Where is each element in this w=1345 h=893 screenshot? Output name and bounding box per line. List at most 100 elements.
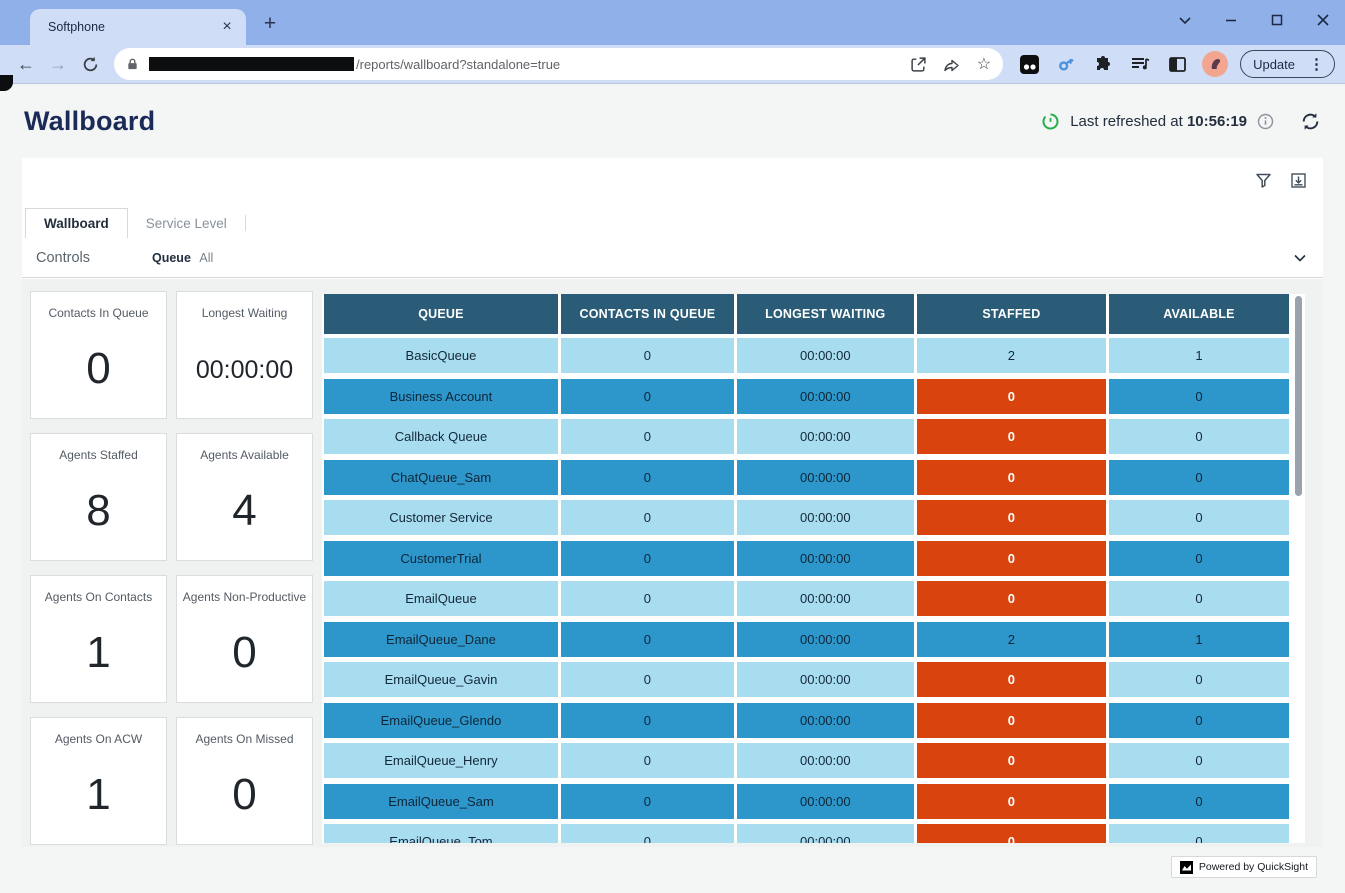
cell-longest-waiting[interactable]: 00:00:00	[737, 824, 914, 843]
cell-queue[interactable]: EmailQueue_Glendo	[324, 703, 558, 738]
cell-queue[interactable]: Customer Service	[324, 500, 558, 535]
info-icon[interactable]	[1257, 113, 1274, 130]
cell-longest-waiting[interactable]: 00:00:00	[737, 500, 914, 535]
cell-staffed[interactable]: 0	[917, 662, 1106, 697]
kpi-card[interactable]: Agents Staffed8	[30, 433, 167, 561]
quicksight-badge[interactable]: Powered by QuickSight	[1171, 856, 1317, 878]
minimize-icon[interactable]	[1223, 12, 1239, 28]
cell-available[interactable]: 0	[1109, 784, 1289, 819]
cell-contacts-in-queue[interactable]: 0	[561, 419, 734, 454]
reload-icon[interactable]	[74, 49, 106, 79]
cell-contacts-in-queue[interactable]: 0	[561, 581, 734, 616]
cell-longest-waiting[interactable]: 00:00:00	[737, 622, 914, 657]
browser-tab[interactable]: Softphone ×	[30, 9, 246, 45]
window-close-icon[interactable]	[1315, 12, 1331, 28]
kpi-card[interactable]: Agents On Missed0	[176, 717, 313, 845]
kpi-card[interactable]: Agents On ACW1	[30, 717, 167, 845]
refresh-icon[interactable]	[1300, 111, 1321, 132]
extension-app-icon[interactable]	[1017, 52, 1041, 76]
cell-contacts-in-queue[interactable]: 0	[561, 703, 734, 738]
tab-close-icon[interactable]: ×	[218, 18, 236, 36]
avatar[interactable]	[1202, 51, 1228, 77]
kpi-card[interactable]: Agents On Contacts1	[30, 575, 167, 703]
cell-longest-waiting[interactable]: 00:00:00	[737, 338, 914, 373]
cell-longest-waiting[interactable]: 00:00:00	[737, 784, 914, 819]
sheet-tab-service-level[interactable]: Service Level	[128, 208, 245, 238]
cell-available[interactable]: 0	[1109, 581, 1289, 616]
cell-staffed[interactable]: 0	[917, 743, 1106, 778]
cell-contacts-in-queue[interactable]: 0	[561, 784, 734, 819]
kpi-card[interactable]: Agents Non-Productive0	[176, 575, 313, 703]
filter-funnel-icon[interactable]	[1255, 172, 1272, 194]
column-header[interactable]: CONTACTS IN QUEUE	[561, 294, 734, 334]
cell-staffed[interactable]: 2	[917, 622, 1106, 657]
cell-longest-waiting[interactable]: 00:00:00	[737, 419, 914, 454]
column-header[interactable]: STAFFED	[917, 294, 1106, 334]
controls-row[interactable]: Controls Queue All	[22, 238, 1323, 278]
cell-queue[interactable]: ChatQueue_Sam	[324, 460, 558, 495]
side-panel-icon[interactable]	[1165, 52, 1189, 76]
kebab-menu-icon[interactable]: ⋮	[1303, 55, 1330, 73]
cell-queue[interactable]: EmailQueue	[324, 581, 558, 616]
cell-available[interactable]: 0	[1109, 500, 1289, 535]
cell-staffed[interactable]: 2	[917, 338, 1106, 373]
cell-contacts-in-queue[interactable]: 0	[561, 338, 734, 373]
cell-longest-waiting[interactable]: 00:00:00	[737, 703, 914, 738]
cell-available[interactable]: 0	[1109, 824, 1289, 843]
cell-staffed[interactable]: 0	[917, 419, 1106, 454]
kpi-card[interactable]: Longest Waiting00:00:00	[176, 291, 313, 419]
cell-longest-waiting[interactable]: 00:00:00	[737, 581, 914, 616]
cell-available[interactable]: 0	[1109, 541, 1289, 576]
maximize-icon[interactable]	[1269, 12, 1285, 28]
update-button[interactable]: Update ⋮	[1240, 50, 1335, 78]
table-scrollbar[interactable]	[1295, 296, 1302, 496]
cell-longest-waiting[interactable]: 00:00:00	[737, 662, 914, 697]
cell-available[interactable]: 0	[1109, 662, 1289, 697]
cell-queue[interactable]: EmailQueue_Dane	[324, 622, 558, 657]
cell-staffed[interactable]: 0	[917, 581, 1106, 616]
cell-staffed[interactable]: 0	[917, 379, 1106, 414]
puzzle-icon[interactable]	[1091, 52, 1115, 76]
cell-staffed[interactable]: 0	[917, 784, 1106, 819]
back-icon[interactable]: ←	[10, 49, 42, 79]
media-queue-icon[interactable]	[1128, 52, 1152, 76]
cell-contacts-in-queue[interactable]: 0	[561, 662, 734, 697]
tab-search-chevron-icon[interactable]	[1177, 12, 1193, 28]
share-icon[interactable]	[943, 56, 961, 73]
cell-staffed[interactable]: 0	[917, 824, 1106, 843]
cell-staffed[interactable]: 0	[917, 460, 1106, 495]
cell-longest-waiting[interactable]: 00:00:00	[737, 379, 914, 414]
cell-contacts-in-queue[interactable]: 0	[561, 824, 734, 843]
key-icon[interactable]	[1054, 52, 1078, 76]
sheet-tab-wallboard[interactable]: Wallboard	[25, 208, 128, 238]
cell-staffed[interactable]: 0	[917, 541, 1106, 576]
cell-queue[interactable]: EmailQueue_Gavin	[324, 662, 558, 697]
bookmark-star-icon[interactable]: ☆	[977, 54, 991, 74]
cell-available[interactable]: 0	[1109, 419, 1289, 454]
kpi-card[interactable]: Contacts In Queue0	[30, 291, 167, 419]
cell-queue[interactable]: EmailQueue_Tom	[324, 824, 558, 843]
lock-icon[interactable]	[126, 57, 139, 71]
address-bar[interactable]: /reports/wallboard?standalone=true ☆	[114, 48, 1003, 80]
cell-available[interactable]: 0	[1109, 743, 1289, 778]
open-in-new-icon[interactable]	[910, 56, 927, 73]
cell-queue[interactable]: EmailQueue_Henry	[324, 743, 558, 778]
cell-available[interactable]: 1	[1109, 338, 1289, 373]
cell-contacts-in-queue[interactable]: 0	[561, 622, 734, 657]
forward-icon[interactable]: →	[42, 49, 74, 79]
cell-queue[interactable]: EmailQueue_Sam	[324, 784, 558, 819]
cell-queue[interactable]: CustomerTrial	[324, 541, 558, 576]
cell-available[interactable]: 0	[1109, 460, 1289, 495]
cell-queue[interactable]: BasicQueue	[324, 338, 558, 373]
cell-contacts-in-queue[interactable]: 0	[561, 743, 734, 778]
cell-contacts-in-queue[interactable]: 0	[561, 460, 734, 495]
cell-available[interactable]: 0	[1109, 379, 1289, 414]
cell-contacts-in-queue[interactable]: 0	[561, 541, 734, 576]
cell-available[interactable]: 0	[1109, 703, 1289, 738]
cell-available[interactable]: 1	[1109, 622, 1289, 657]
export-download-icon[interactable]	[1290, 172, 1307, 194]
cell-queue[interactable]: Business Account	[324, 379, 558, 414]
collapse-chevron-icon[interactable]	[1291, 249, 1309, 267]
cell-longest-waiting[interactable]: 00:00:00	[737, 743, 914, 778]
url-text[interactable]: /reports/wallboard?standalone=true	[356, 57, 910, 72]
